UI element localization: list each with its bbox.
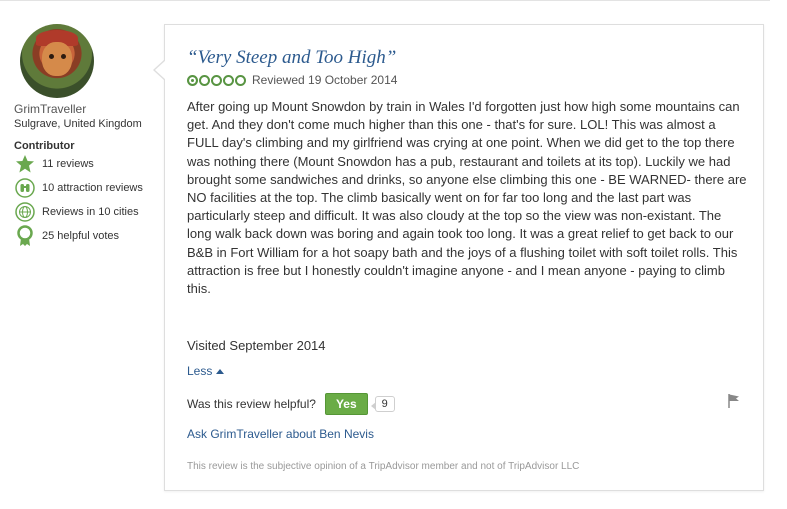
review-date: Reviewed 19 October 2014 bbox=[252, 73, 398, 87]
review-body: After going up Mount Snowdon by train in… bbox=[187, 99, 747, 297]
rating-bubble-empty bbox=[235, 74, 246, 86]
rating-bubble-empty bbox=[199, 74, 210, 86]
top-divider bbox=[0, 0, 770, 1]
caret-up-icon bbox=[216, 369, 225, 375]
stat-label: Reviews in 10 cities bbox=[42, 206, 139, 218]
globe-icon bbox=[14, 201, 36, 223]
stat-cities[interactable]: Reviews in 10 cities bbox=[14, 200, 164, 224]
helpful-count: 9 bbox=[370, 396, 395, 412]
yes-button[interactable]: Yes bbox=[324, 393, 368, 415]
ask-member-link[interactable]: Ask GrimTraveller about Ben Nevis bbox=[187, 427, 374, 441]
stat-label: 25 helpful votes bbox=[42, 230, 120, 242]
member-level: Contributor bbox=[14, 140, 75, 152]
rating-bubble-filled bbox=[187, 74, 198, 86]
less-label: Less bbox=[187, 364, 213, 378]
binoculars-icon bbox=[14, 177, 36, 199]
avatar[interactable] bbox=[20, 24, 94, 98]
member-location: Sulgrave, United Kingdom bbox=[14, 118, 142, 130]
stat-helpful-votes[interactable]: 25 helpful votes bbox=[14, 224, 164, 248]
rating-bubble-empty bbox=[223, 74, 234, 86]
helpful-section: Was this review helpful? Yes 9 bbox=[187, 393, 395, 415]
award-ribbon-icon bbox=[14, 225, 36, 247]
stat-label: 10 attraction reviews bbox=[42, 182, 143, 194]
member-info: GrimTraveller Sulgrave, United Kingdom C… bbox=[14, 24, 164, 248]
stat-label: 11 reviews bbox=[42, 158, 94, 170]
disclaimer: This review is the subjective opinion of… bbox=[187, 461, 580, 472]
review-card: “Very Steep and Too High” Reviewed 19 Oc… bbox=[153, 24, 764, 491]
rating: Reviewed 19 October 2014 bbox=[187, 73, 397, 87]
stat-attraction-reviews[interactable]: 10 attraction reviews bbox=[14, 176, 164, 200]
flag-icon[interactable] bbox=[727, 393, 741, 409]
username[interactable]: GrimTraveller bbox=[14, 102, 164, 116]
rating-bubble-empty bbox=[211, 74, 222, 86]
less-link[interactable]: Less bbox=[187, 364, 225, 378]
visited-date: Visited September 2014 bbox=[187, 338, 326, 353]
review-title[interactable]: “Very Steep and Too High” bbox=[187, 47, 396, 69]
helpful-question: Was this review helpful? bbox=[187, 397, 316, 411]
stat-reviews[interactable]: 11 reviews bbox=[14, 152, 164, 176]
star-icon bbox=[14, 153, 36, 175]
